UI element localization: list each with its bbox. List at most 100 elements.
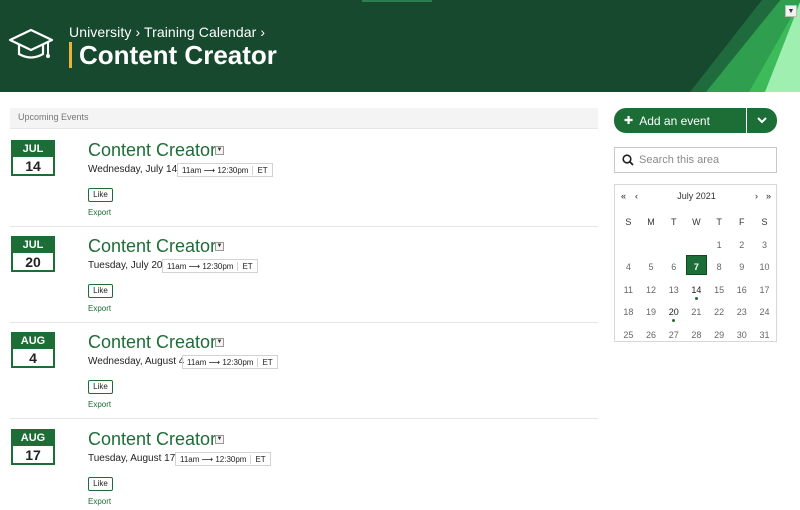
- header-menu-toggle-icon[interactable]: ▼: [785, 5, 797, 17]
- calendar-day-number: 3: [761, 239, 767, 250]
- event-title-link[interactable]: Content Creator: [88, 236, 216, 257]
- like-button[interactable]: Like: [88, 188, 113, 202]
- calendar-day[interactable]: 17: [753, 285, 776, 295]
- calendar-day-number: 30: [736, 329, 747, 340]
- event-time: 11am ⟶ 12:30pm ET: [162, 259, 258, 273]
- export-link[interactable]: Export: [88, 208, 111, 217]
- export-link[interactable]: Export: [88, 497, 111, 506]
- calendar-grid: S M T W T F S 1 2 3 4 5 6 7 8 9 10 11 12 13 14 15 16 17 18 19 20 21…: [617, 211, 776, 346]
- calendar-day-number: 16: [736, 284, 747, 295]
- calendar-day[interactable]: 11: [617, 285, 640, 295]
- event-dropdown-icon[interactable]: ▼: [215, 146, 224, 155]
- event-title-link[interactable]: Content Creator: [88, 429, 216, 450]
- calendar-day[interactable]: 22: [708, 307, 731, 317]
- calendar-day[interactable]: 9: [730, 262, 753, 272]
- event-dropdown-icon[interactable]: ▼: [215, 338, 224, 347]
- calendar-day[interactable]: 12: [640, 285, 663, 295]
- weekday-label: T: [716, 217, 722, 228]
- weekday-label: M: [647, 217, 655, 228]
- calendar-day[interactable]: 21: [685, 307, 708, 317]
- event-title-link[interactable]: Content Creator: [88, 140, 216, 161]
- export-link[interactable]: Export: [88, 400, 111, 409]
- calendar-day[interactable]: 10: [753, 262, 776, 272]
- calendar-day[interactable]: 7: [685, 255, 708, 276]
- calendar-day[interactable]: 3: [753, 240, 776, 250]
- week-row: 4 5 6 7 8 9 10: [617, 255, 776, 279]
- calendar-day[interactable]: 28: [685, 330, 708, 340]
- calendar-day-number: 13: [668, 284, 679, 295]
- header-top-accent: [362, 0, 432, 2]
- calendar-day[interactable]: 18: [617, 307, 640, 317]
- event-time: 11am ⟶ 12:30pm ET: [175, 452, 271, 466]
- calendar-day[interactable]: 8: [708, 262, 731, 272]
- calendar-day[interactable]: 2: [730, 240, 753, 250]
- calendar-day-number: 25: [623, 329, 634, 340]
- calendar-day-number: 15: [714, 284, 725, 295]
- calendar-day[interactable]: 13: [662, 285, 685, 295]
- event-time-range: 11am ⟶ 12:30pm: [180, 454, 247, 464]
- calendar-day[interactable]: 14: [685, 285, 708, 300]
- calendar-day-number: 2: [739, 239, 745, 250]
- weekday-label: F: [739, 217, 745, 228]
- event-date-text: Tuesday, August 17: [88, 453, 176, 464]
- breadcrumb[interactable]: University › Training Calendar ›: [69, 24, 265, 40]
- calendar-day[interactable]: 16: [730, 285, 753, 295]
- add-event-dropdown-button[interactable]: [747, 108, 777, 133]
- search-box[interactable]: [614, 147, 777, 173]
- chevron-down-icon: [757, 117, 767, 124]
- calendar-day[interactable]: 25: [617, 330, 640, 340]
- calendar-day[interactable]: 30: [730, 330, 753, 340]
- search-input[interactable]: [639, 151, 773, 169]
- calendar-day[interactable]: 4: [617, 262, 640, 272]
- mini-calendar: « ‹ July 2021 › » S M T W T F S 1 2 3 4 5 6 7 8 9 10 11 12…: [614, 184, 777, 342]
- event-dropdown-icon[interactable]: ▼: [215, 242, 224, 251]
- event-month: AUG: [13, 431, 53, 446]
- like-button[interactable]: Like: [88, 380, 113, 394]
- event-time-range: 11am ⟶ 12:30pm: [182, 165, 249, 175]
- calendar-day[interactable]: 23: [730, 307, 753, 317]
- weekday-label: W: [692, 217, 701, 228]
- event-title-link[interactable]: Content Creator: [88, 332, 216, 353]
- event-dropdown-icon[interactable]: ▼: [215, 435, 224, 444]
- calendar-day[interactable]: 27: [662, 330, 685, 340]
- event-month: JUL: [13, 142, 53, 157]
- calendar-day[interactable]: 19: [640, 307, 663, 317]
- next-year-button[interactable]: »: [766, 191, 771, 201]
- event-timezone: ET: [250, 454, 269, 464]
- event-month: JUL: [13, 238, 53, 253]
- calendar-day-number: 6: [671, 262, 677, 273]
- calendar-month-label: July 2021: [677, 191, 716, 201]
- event-date-text: Tuesday, July 20: [88, 260, 163, 271]
- event-date-badge: AUG 17: [11, 429, 55, 465]
- weekday-label: S: [761, 217, 768, 228]
- calendar-day-number: 10: [759, 262, 770, 273]
- title-accent-bar: [69, 42, 72, 68]
- calendar-day[interactable]: 20: [662, 307, 685, 323]
- weekday-row: SMTWTFS: [617, 211, 776, 234]
- calendar-day[interactable]: 6: [662, 262, 685, 272]
- calendar-day[interactable]: 24: [753, 307, 776, 317]
- add-event-button[interactable]: ✚ Add an event: [614, 108, 746, 133]
- calendar-day[interactable]: 5: [640, 262, 663, 272]
- event-date-text: Wednesday, July 14: [88, 164, 178, 175]
- export-link[interactable]: Export: [88, 304, 111, 313]
- next-month-button[interactable]: ›: [755, 191, 758, 201]
- calendar-day-number: 24: [759, 307, 770, 318]
- calendar-day[interactable]: 1: [708, 240, 731, 250]
- event-timezone: ET: [252, 165, 271, 175]
- event-indicator-dot: [672, 319, 676, 323]
- calendar-day[interactable]: 31: [753, 330, 776, 340]
- like-button[interactable]: Like: [88, 284, 113, 298]
- calendar-day[interactable]: 26: [640, 330, 663, 340]
- calendar-day-number: 26: [646, 329, 657, 340]
- calendar-day-number: 18: [623, 307, 634, 318]
- event-timezone: ET: [237, 261, 256, 271]
- calendar-day-number: 22: [714, 307, 725, 318]
- calendar-day[interactable]: 29: [708, 330, 731, 340]
- like-button[interactable]: Like: [88, 477, 113, 491]
- event-divider: [10, 322, 598, 323]
- page-title: Content Creator: [79, 40, 277, 70]
- week-row: 1 2 3: [617, 234, 776, 257]
- calendar-day[interactable]: 15: [708, 285, 731, 295]
- event-time-range: 11am ⟶ 12:30pm: [187, 357, 254, 367]
